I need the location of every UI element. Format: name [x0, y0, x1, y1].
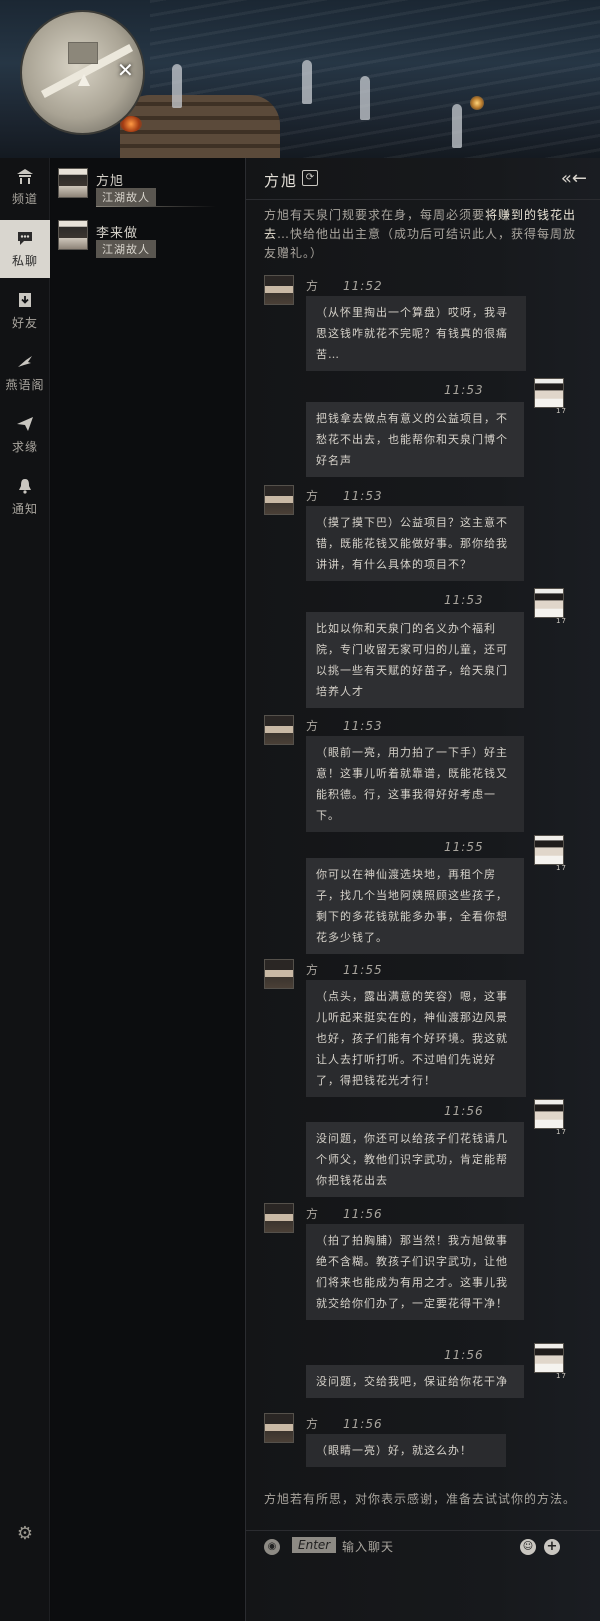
- contact-item-fangxu[interactable]: 方旭 江湖故人: [56, 162, 240, 218]
- level-badge: 17: [556, 407, 567, 415]
- message-time: 11:55: [343, 963, 383, 977]
- message-time: 11:56: [343, 1417, 383, 1431]
- nav-label: 频道: [11, 192, 38, 206]
- message-time: 11:55: [444, 840, 484, 854]
- swap-icon[interactable]: ⟳: [302, 170, 318, 186]
- message-time: 11:53: [444, 383, 484, 397]
- contact-name: 方旭: [96, 174, 125, 189]
- npc-avatar[interactable]: [264, 485, 294, 515]
- nav-notice[interactable]: 通知: [0, 468, 50, 526]
- emoji-icon[interactable]: ☺: [520, 1539, 536, 1555]
- message-bubble: 没问题，交给我吧，保证给你花干净: [306, 1365, 524, 1398]
- message-bubble: （从怀里掏出一个算盘）哎呀，我寻思这钱咋就花不完呢？有钱真的很痛苦…: [306, 296, 526, 371]
- nav-yanyu[interactable]: 燕语阁: [0, 344, 50, 402]
- swallow-icon: [16, 353, 34, 371]
- collapse-icon[interactable]: «←: [561, 168, 587, 189]
- message-time: 11:56: [444, 1104, 484, 1118]
- level-badge: 17: [556, 864, 567, 872]
- message-time: 11:53: [444, 593, 484, 607]
- chat-intro: 方旭有天泉门规要求在身，每周必须要将赚到的钱花出去…快给他出出主意（成功后可结识…: [264, 206, 586, 263]
- message-time: 11:53: [343, 719, 383, 733]
- message-bubble: 比如以你和天泉门的名义办个福利院，专门收留无家可归的儿童，还可以挑一些有天赋的好…: [306, 612, 524, 708]
- paper-plane-icon: [16, 415, 34, 433]
- settings-gear-icon[interactable]: ⚙: [15, 1524, 35, 1544]
- message-bubble: （摸了摸下巴）公益项目？这主意不错，既能花钱又能做好事。那你给我讲讲，有什么具体…: [306, 506, 524, 581]
- chat-panel: 方旭 ⟳ «← 方旭有天泉门规要求在身，每周必须要将赚到的钱花出去…快给他出出主…: [245, 158, 600, 1621]
- minimap-building: [68, 42, 98, 64]
- microphone-icon[interactable]: ◉: [264, 1539, 280, 1555]
- nav-label: 求缘: [11, 440, 38, 454]
- nav-label: 燕语阁: [5, 378, 45, 392]
- contact-avatar: [58, 168, 88, 198]
- sidebar: 频道 私聊 好友 燕语阁 求缘 通知 ⚙: [0, 158, 50, 1621]
- npc-avatar[interactable]: [264, 1413, 294, 1443]
- chat-title: 方旭: [264, 172, 299, 190]
- message-bubble: 你可以在神仙渡选块地，再租个房子，找几个当地阿姨照顾这些孩子，剩下的多花钱就能多…: [306, 858, 524, 954]
- message-bubble: 把钱拿去做点有意义的公益项目，不愁花不出去，也能帮你和天泉门博个好名声: [306, 402, 524, 477]
- scene-figure: [302, 60, 312, 104]
- message-bubble: （眼睛一亮）好，就这么办！: [306, 1434, 506, 1467]
- intro-text: …快给他出出主意（成功后可结识此人，获得每周放友赠礼。）: [264, 227, 577, 260]
- nav-label: 私聊: [11, 254, 38, 268]
- chat-outro: 方旭若有所思，对你表示感谢，准备去试试你的方法。: [264, 1492, 577, 1506]
- message-time: 11:53: [343, 489, 383, 503]
- enter-key-hint: Enter: [292, 1537, 337, 1553]
- level-badge: 17: [556, 617, 567, 625]
- contact-tag: 江湖故人: [96, 188, 156, 206]
- intro-text: 方旭有天泉门规要求在身，每周必须要: [264, 208, 486, 222]
- scene-figure: [172, 64, 182, 108]
- nav-friends[interactable]: 好友: [0, 282, 50, 340]
- message-bubble: 没问题，你还可以给孩子们花钱请几个师父，教他们识字武功，肯定能帮你把钱花出去: [306, 1122, 524, 1197]
- contact-item-lilaizuo[interactable]: 李来做 江湖故人: [56, 214, 240, 270]
- message-bubble: （眼前一亮，用力拍了一下手）好主意！这事儿听着就靠谱，既能花钱又能积德。行，这事…: [306, 736, 524, 832]
- selected-underline: [96, 206, 216, 207]
- chat-input[interactable]: [342, 1537, 512, 1557]
- bell-icon: [16, 477, 34, 495]
- scene-backdrop: ✕: [0, 0, 600, 158]
- chat-input-bar: ◉ Enter ☺ +: [246, 1530, 600, 1564]
- scene-figure: [452, 104, 462, 148]
- nav-qiuyuan[interactable]: 求缘: [0, 406, 50, 464]
- friend-download-icon: [16, 291, 34, 309]
- npc-avatar[interactable]: [264, 959, 294, 989]
- message-time: 11:56: [444, 1348, 484, 1362]
- contact-list: 方旭 江湖故人 李来做 江湖故人: [51, 158, 244, 1621]
- nav-label: 好友: [11, 316, 38, 330]
- message-bubble: （拍了拍胸脯）那当然！我方旭做事绝不含糊。教孩子们识字武功，让他们将来也能成为有…: [306, 1224, 524, 1320]
- contact-avatar: [58, 220, 88, 250]
- nav-channel[interactable]: 频道: [0, 158, 50, 216]
- npc-avatar[interactable]: [264, 275, 294, 305]
- npc-avatar[interactable]: [264, 715, 294, 745]
- chat-header: 方旭 ⟳ «←: [246, 158, 600, 200]
- contact-name: 李来做: [96, 226, 139, 241]
- message-bubble: （点头，露出满意的笑容）嗯，这事儿听起来挺实在的，神仙渡那边风景也好，孩子们能有…: [306, 980, 526, 1097]
- player-arrow-icon: [78, 74, 90, 86]
- scene-sandbag-wall: [120, 95, 280, 158]
- nav-label: 通知: [11, 502, 38, 516]
- message-time: 11:56: [343, 1207, 383, 1221]
- scene-lantern: [470, 96, 484, 110]
- level-badge: 17: [556, 1128, 567, 1136]
- npc-avatar[interactable]: [264, 1203, 294, 1233]
- plus-icon[interactable]: +: [544, 1539, 560, 1555]
- contact-tag: 江湖故人: [96, 240, 156, 258]
- level-badge: 17: [556, 1372, 567, 1380]
- house-icon: [16, 167, 34, 185]
- nav-private-chat[interactable]: 私聊: [0, 220, 50, 278]
- chat-bubble-icon: [16, 229, 34, 247]
- close-icon[interactable]: ✕: [117, 58, 134, 82]
- scene-figure: [360, 76, 370, 120]
- message-time: 11:52: [343, 279, 383, 293]
